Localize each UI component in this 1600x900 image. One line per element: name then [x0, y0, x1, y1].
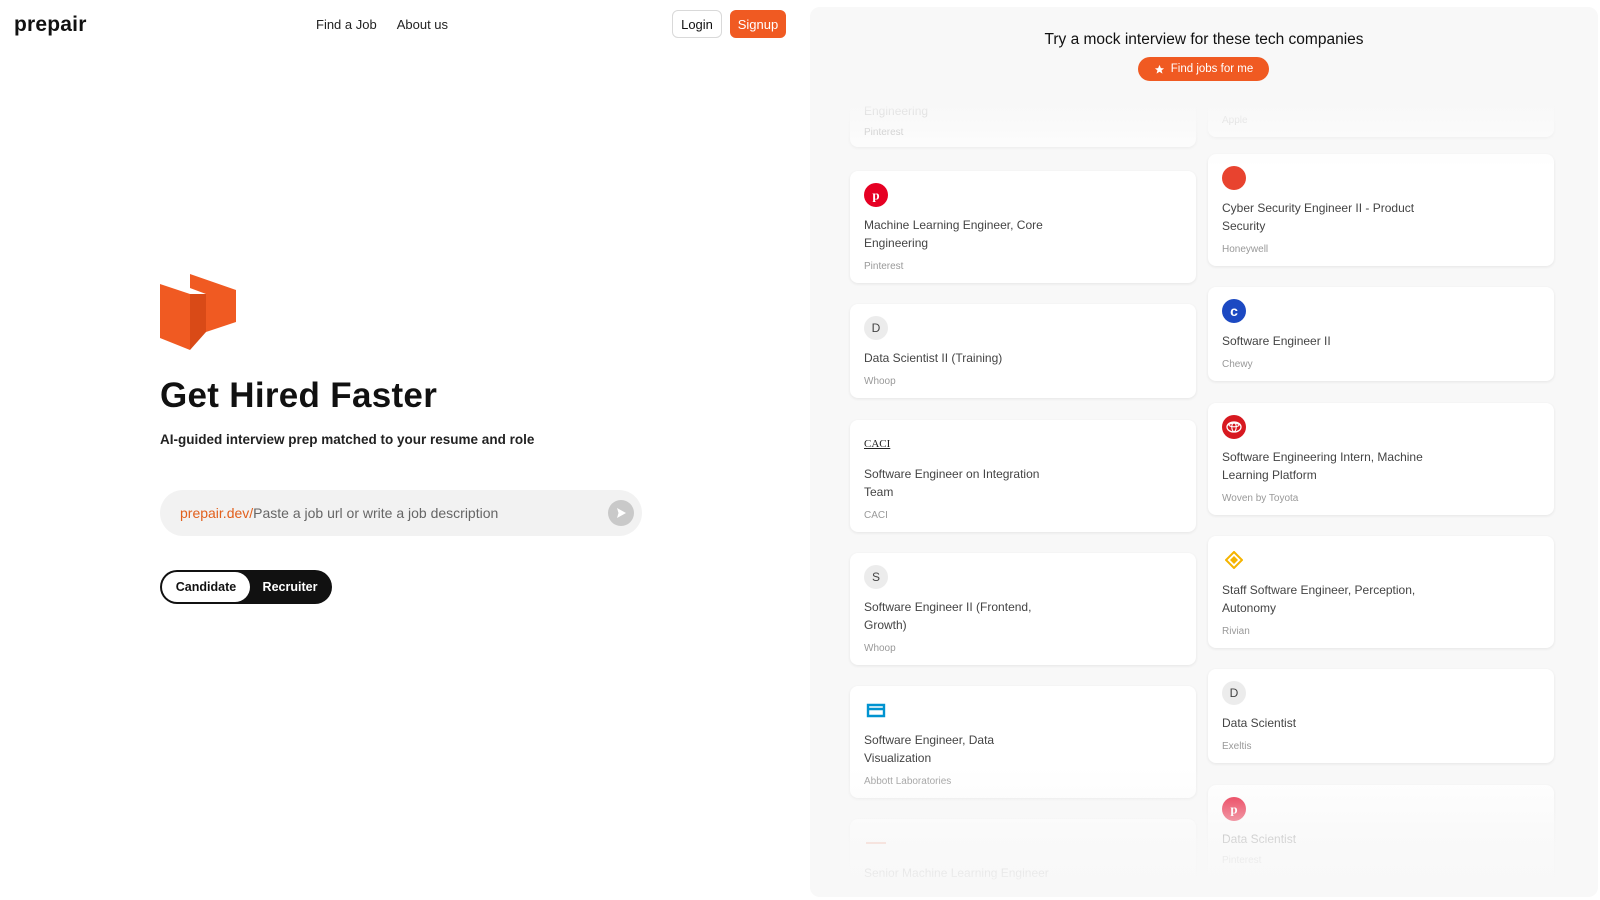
job-card[interactable]: Software Engineer, Data Visualization Ab… — [850, 686, 1196, 798]
job-role: Software Engineer, Data Visualization — [864, 733, 995, 765]
find-jobs-label: Find jobs for me — [1170, 63, 1254, 75]
page: prepair Find a Job About us Login Signup… — [0, 0, 1600, 900]
logo[interactable]: prepair — [14, 13, 87, 37]
job-role: Software Engineer on Integration Team — [864, 467, 1040, 499]
search-placeholder: Paste a job url or write a job descripti… — [253, 505, 499, 521]
abbott-icon — [864, 698, 888, 722]
caci-logo: CACI — [864, 438, 891, 450]
job-role: Data Scientist — [1222, 832, 1297, 846]
mock-interview-panel: Try a mock interview for these tech comp… — [810, 7, 1598, 897]
job-role: Machine Learning Engineer, Core Engineer… — [864, 218, 1043, 250]
job-role: Software Engineering Intern, Machine Lea… — [1222, 450, 1423, 482]
job-card[interactable]: Senior Machine Learning Engineer — [850, 819, 1196, 897]
hero-subtitle: AI-guided interview prep matched to your… — [160, 432, 535, 447]
pinterest-icon: p — [1222, 797, 1246, 821]
panel-title: Try a mock interview for these tech comp… — [1044, 31, 1364, 48]
job-card[interactable]: S Software Engineer II (Frontend, Growth… — [850, 553, 1196, 665]
job-card[interactable]: p Machine Learning Engineer, Core Engine… — [850, 171, 1196, 283]
star-icon — [1154, 64, 1164, 74]
search-prefix: prepair.dev/ — [180, 505, 254, 521]
faded-logo-icon — [864, 831, 888, 855]
job-company: Pinterest — [864, 261, 904, 272]
send-button[interactable] — [608, 500, 634, 526]
nav-about-us[interactable]: About us — [397, 17, 448, 32]
brand-mark-icon — [160, 274, 236, 350]
job-company: Woven by Toyota — [1222, 493, 1299, 504]
job-search-input[interactable]: prepair.dev/ Paste a job url or write a … — [160, 490, 642, 536]
job-role: Engineering — [864, 104, 929, 118]
job-card[interactable]: CACI Software Engineer on Integration Te… — [850, 420, 1196, 532]
job-company: Exeltis — [1222, 741, 1252, 752]
job-role: Software Engineer II (Frontend, Growth) — [864, 600, 1032, 632]
job-card[interactable]: D Data Scientist Exeltis — [1208, 669, 1554, 763]
job-card[interactable]: p Data Scientist Pinterest — [1208, 785, 1554, 895]
job-role: Data Scientist — [1222, 716, 1297, 730]
nav-find-a-job[interactable]: Find a Job — [316, 17, 377, 32]
job-card[interactable]: Staff Software Engineer, Perception, Aut… — [1208, 536, 1554, 648]
job-company: Pinterest — [1222, 855, 1262, 866]
top-nav: Find a Job About us — [316, 17, 448, 32]
letter-s-icon: S — [864, 565, 888, 589]
job-company: Honeywell — [1222, 244, 1269, 255]
job-company: CACI — [864, 510, 888, 521]
rivian-icon — [1222, 548, 1246, 572]
job-role: Staff Software Engineer, Perception, Aut… — [1222, 583, 1416, 615]
job-company: Whoop — [864, 376, 896, 387]
letter-d-icon: D — [864, 316, 888, 340]
role-toggle[interactable]: Candidate Recruiter — [160, 570, 332, 604]
letter-d-icon: D — [1222, 681, 1246, 705]
chewy-icon: c — [1222, 299, 1246, 323]
job-card[interactable]: D Data Scientist II (Training) Whoop — [850, 304, 1196, 398]
job-company: Rivian — [1222, 626, 1250, 637]
job-company: Pinterest — [864, 127, 904, 138]
job-role: Software Engineer II — [1222, 334, 1331, 348]
job-card[interactable]: Cyber Security Engineer II - Product Sec… — [1208, 154, 1554, 266]
job-card[interactable]: c Software Engineer II Chewy — [1208, 287, 1554, 381]
job-company: Whoop — [864, 643, 896, 654]
svg-text:p: p — [872, 188, 879, 203]
login-button[interactable]: Login — [672, 10, 722, 38]
job-company: Chewy — [1222, 359, 1253, 370]
hero-title: Get Hired Faster — [160, 376, 438, 415]
job-card[interactable]: Software Engineering Intern, Machine Lea… — [1208, 403, 1554, 515]
toggle-candidate[interactable]: Candidate — [162, 572, 250, 602]
job-role: Senior Machine Learning Engineer — [864, 866, 1049, 880]
job-role: Cyber Security Engineer II - Product Sec… — [1222, 201, 1415, 233]
toggle-recruiter[interactable]: Recruiter — [250, 572, 330, 602]
job-role: Data Scientist II (Training) — [864, 351, 1003, 365]
toyota-icon — [1222, 415, 1246, 439]
honeywell-icon — [1222, 166, 1246, 190]
find-jobs-button[interactable]: Find jobs for me — [1138, 57, 1269, 81]
job-company: Abbott Laboratories — [864, 776, 952, 787]
send-arrow-icon — [617, 508, 626, 518]
job-company: Apple — [1222, 115, 1248, 126]
svg-text:p: p — [1230, 802, 1237, 817]
pinterest-icon: p — [864, 183, 888, 207]
signup-button[interactable]: Signup — [730, 10, 786, 38]
